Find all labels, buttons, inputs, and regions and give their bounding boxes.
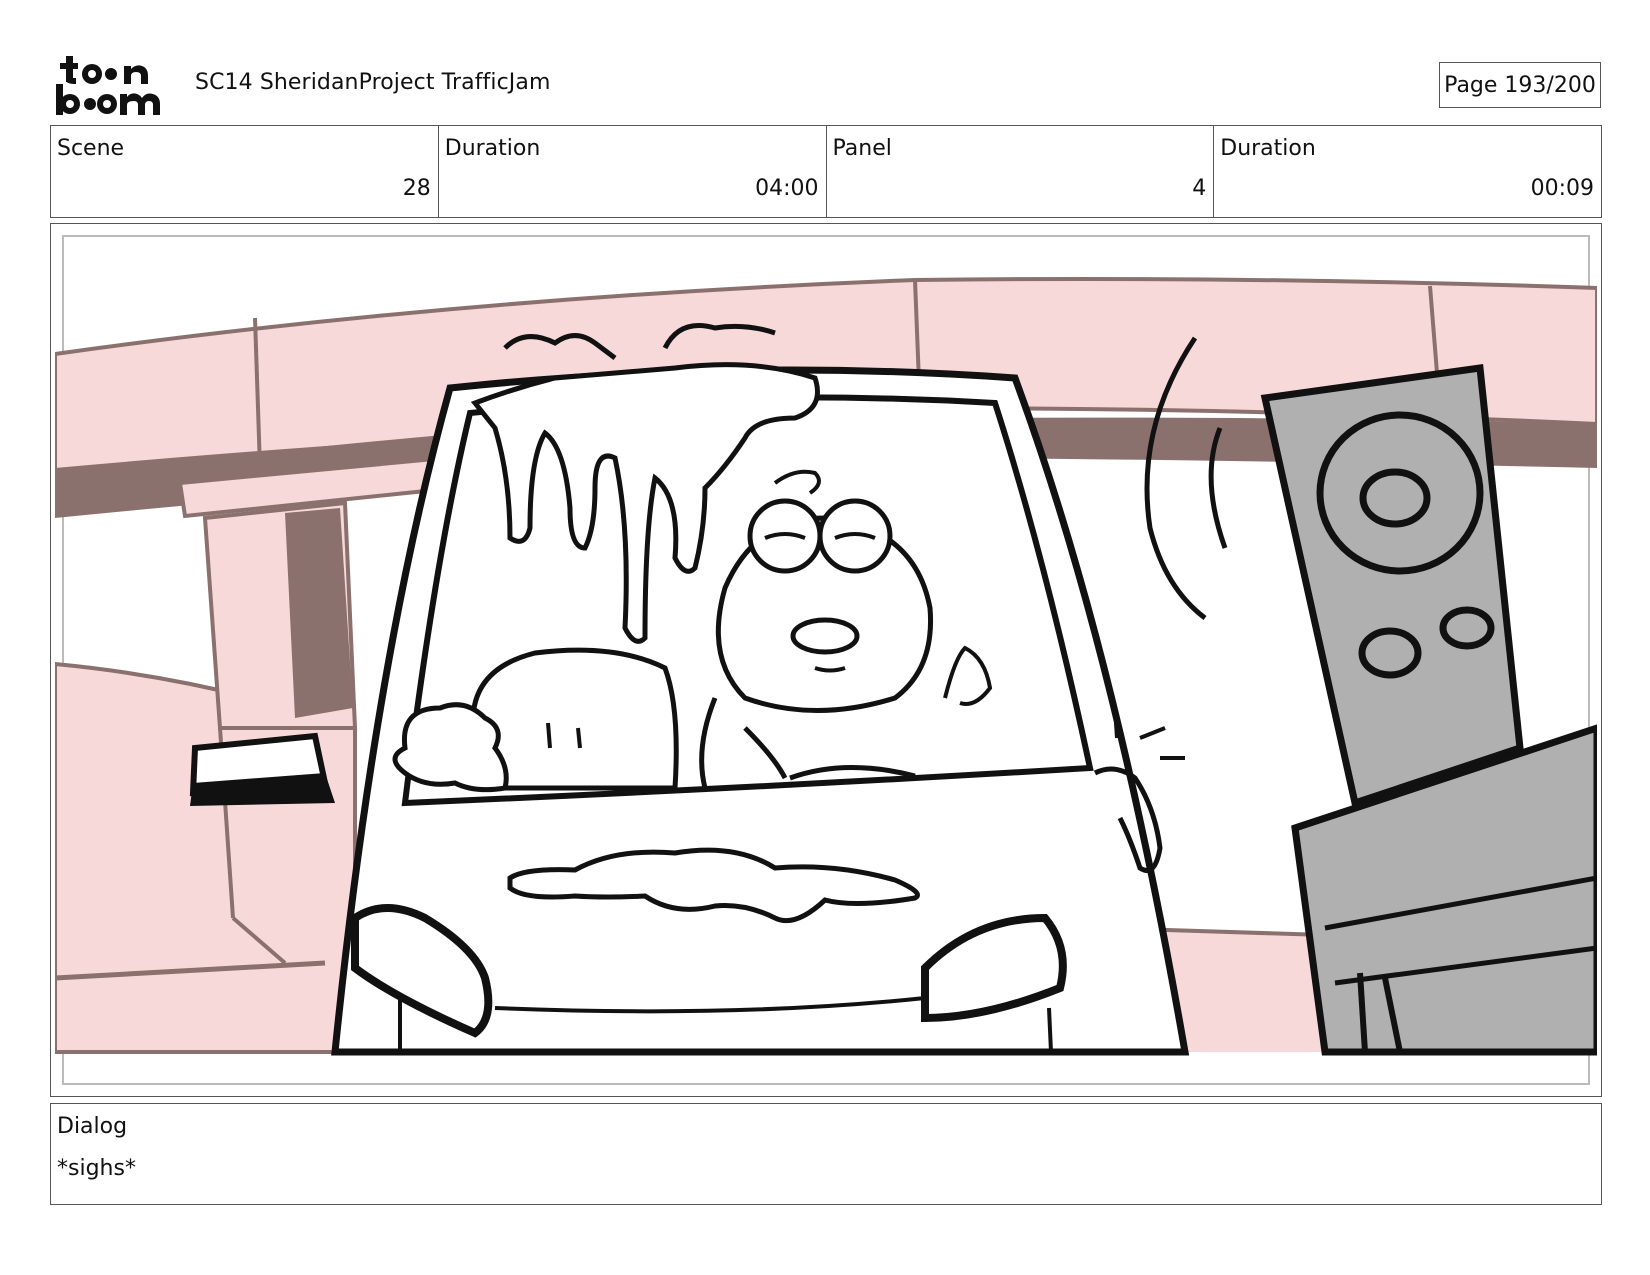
scene-value: 28: [402, 176, 431, 201]
page-indicator: Page 193/200: [1439, 62, 1601, 108]
panel-label: Panel: [832, 136, 892, 161]
scene-cell: Scene 28: [51, 126, 439, 217]
scene-duration-value: 04:00: [755, 176, 819, 201]
panel-duration-cell: Duration 00:09: [1214, 126, 1601, 217]
scene-info-table: Scene 28 Duration 04:00 Panel 4 Duration…: [50, 125, 1602, 218]
scene-label: Scene: [57, 136, 125, 161]
panel-duration-label: Duration: [1220, 136, 1316, 161]
scene-duration-cell: Duration 04:00: [439, 126, 827, 217]
panel-value: 4: [1192, 176, 1207, 201]
scene-duration-label: Duration: [444, 136, 541, 161]
dialog-box: Dialog *sighs*: [50, 1103, 1602, 1205]
storyboard-panel: [50, 223, 1602, 1097]
panel-duration-value: 00:09: [1530, 176, 1594, 201]
storyboard-drawing: [55, 228, 1597, 1092]
project-title: SC14 SheridanProject TrafficJam: [195, 70, 551, 95]
dialog-label: Dialog: [57, 1114, 128, 1139]
toon-boom-logo: [56, 56, 160, 115]
panel-cell: Panel 4: [827, 126, 1215, 217]
dialog-text: *sighs*: [57, 1156, 136, 1181]
